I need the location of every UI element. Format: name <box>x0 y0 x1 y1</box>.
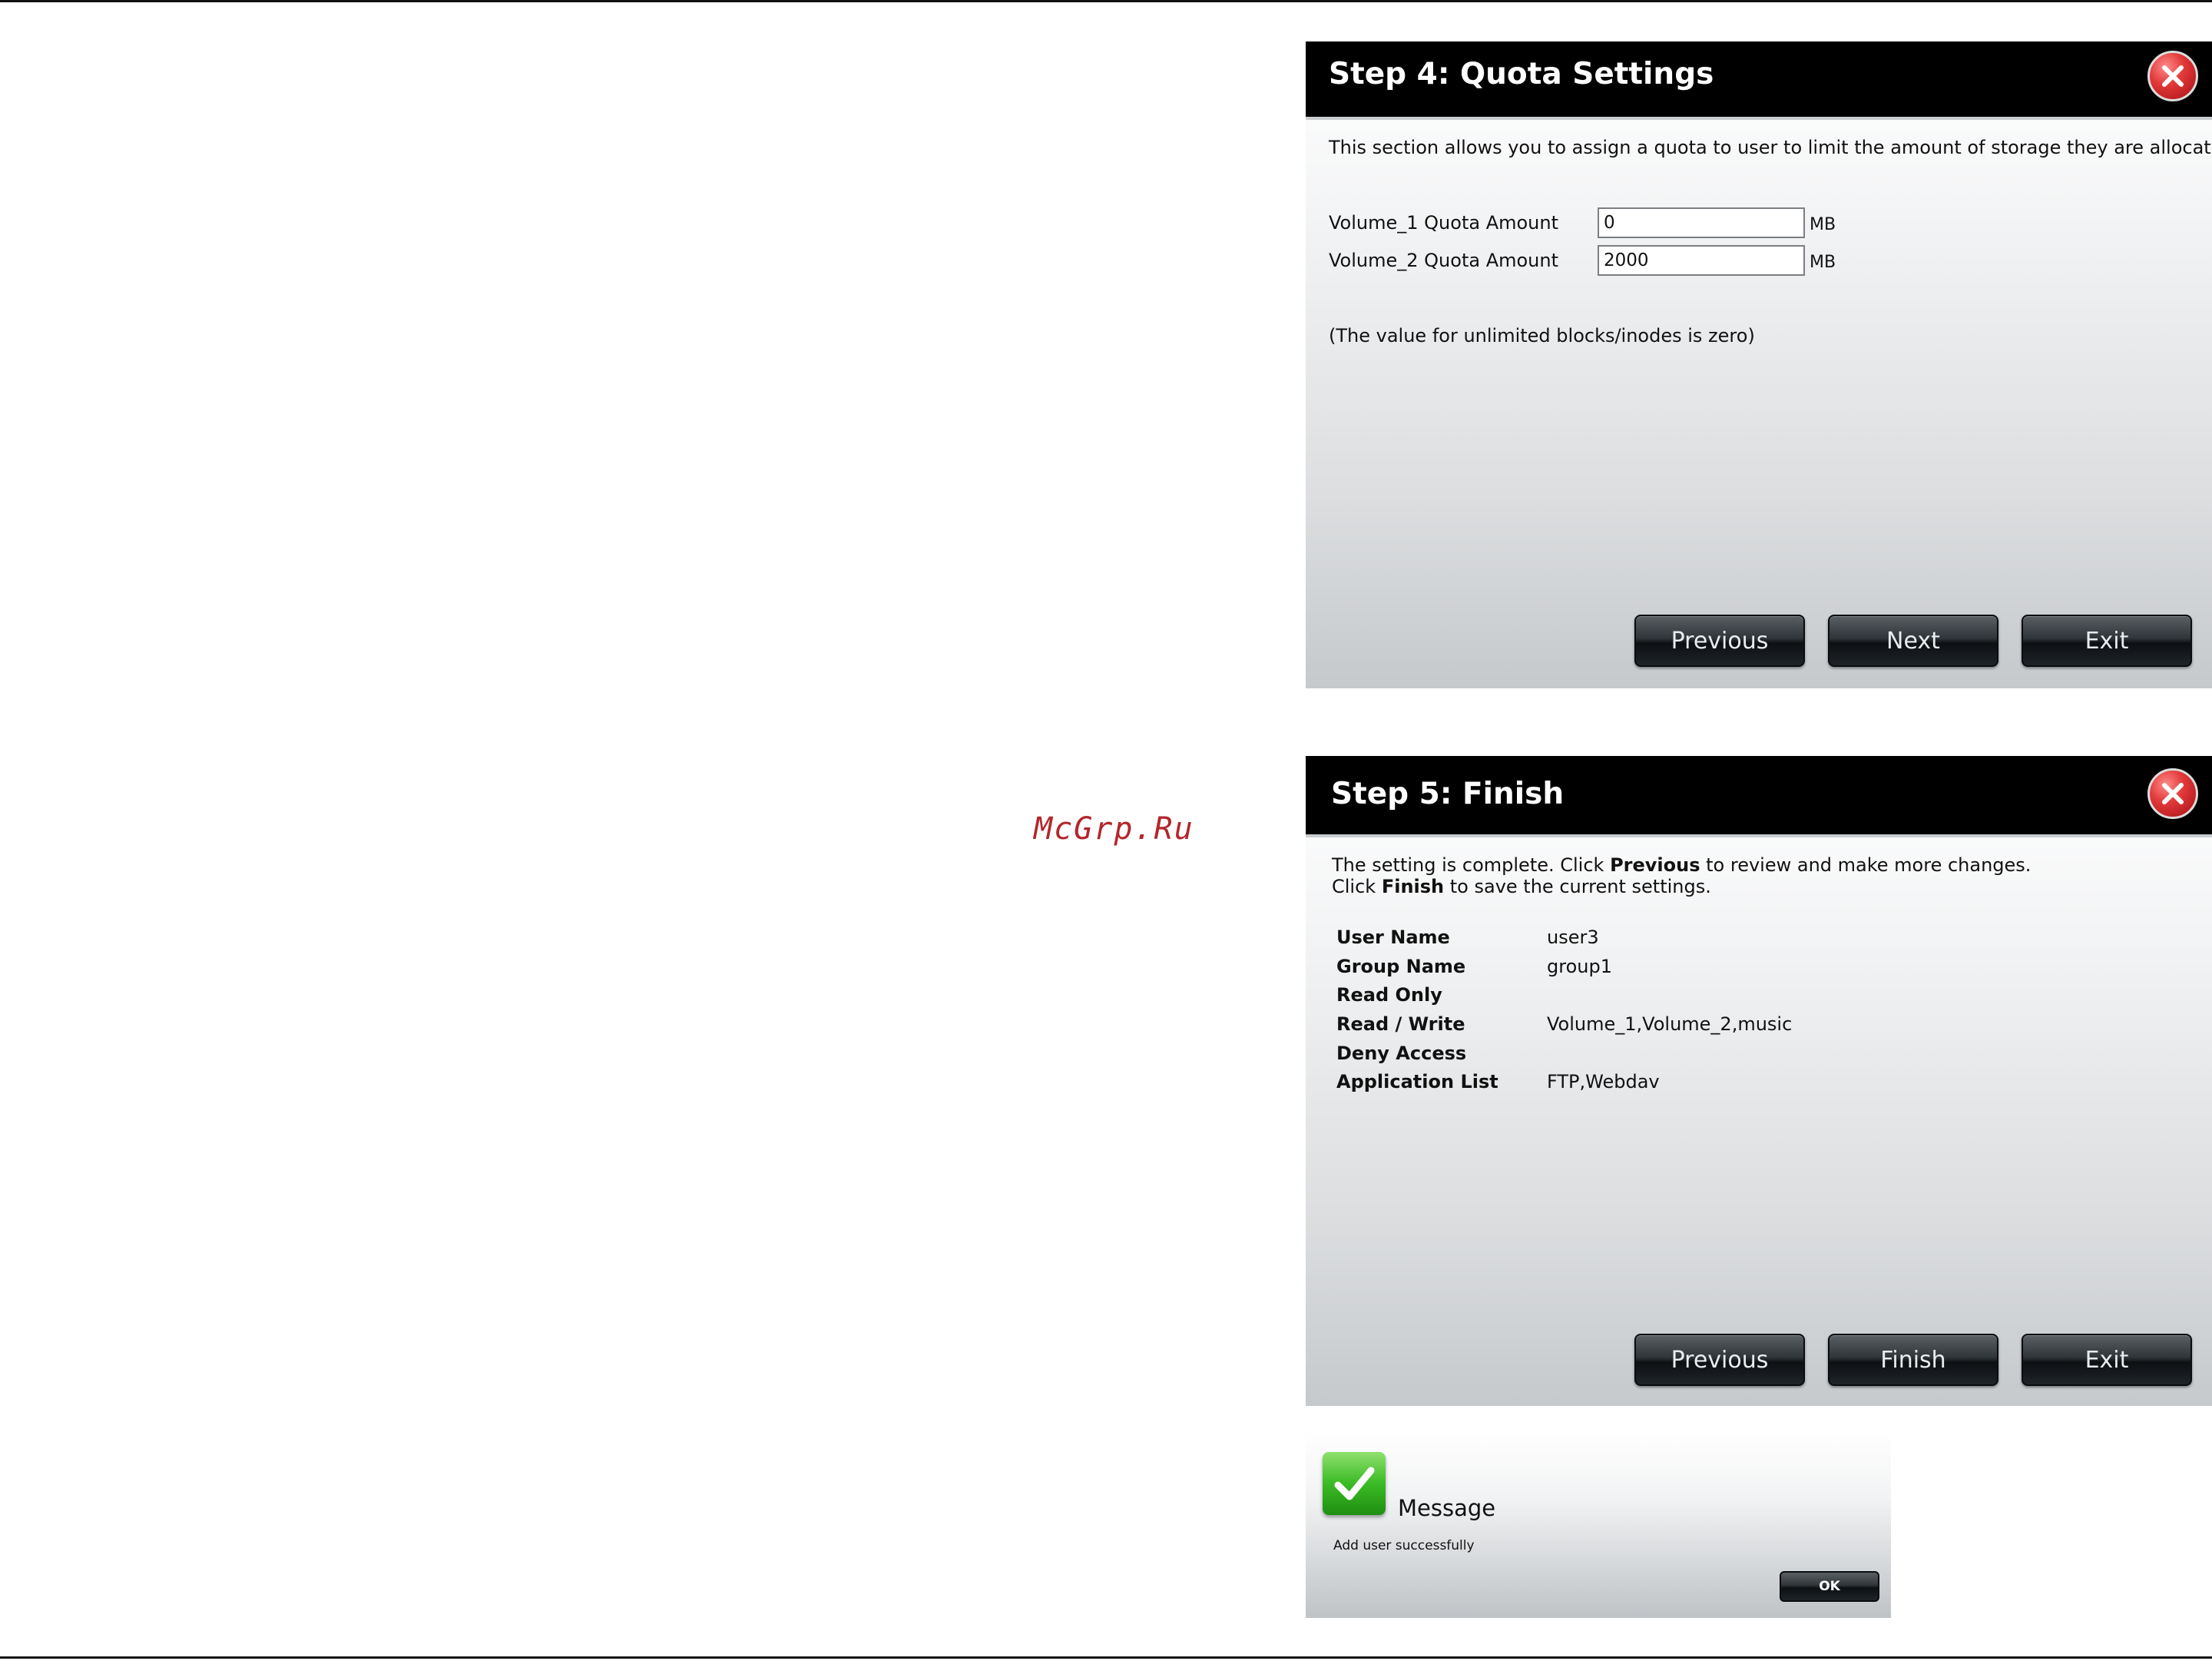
volume-1-quota-input[interactable]: 0 <box>1598 207 1805 238</box>
close-icon <box>2162 65 2184 87</box>
dialog-titlebar: Step 5: Finish <box>1306 756 2212 837</box>
close-button[interactable] <box>2147 51 2198 101</box>
previous-button[interactable]: Previous <box>1634 615 1805 667</box>
summary-value-user-name: user3 <box>1547 927 1599 948</box>
quota-settings-dialog: Step 4: Quota Settings This section allo… <box>1306 41 2212 688</box>
finish-dialog: Step 5: Finish The setting is complete. … <box>1306 756 2212 1406</box>
summary-key-deny-access: Deny Access <box>1336 1043 1467 1064</box>
close-button[interactable] <box>2147 768 2198 819</box>
finish-instruction-line-2: Click Finish to save the current setting… <box>1332 876 1711 897</box>
page: McGrp.Ru Step 4: Quota Settings This sec… <box>0 0 2212 1661</box>
dialog-description: This section allows you to assign a quot… <box>1329 137 2212 158</box>
message-box: Message Add user successfully OK <box>1306 1432 1891 1618</box>
checkmark-glyph <box>1334 1467 1375 1500</box>
bottom-divider <box>0 1656 2212 1659</box>
next-button[interactable]: Next <box>1828 615 1998 667</box>
summary-value-read-write: Volume_1,Volume_2,music <box>1547 1013 1793 1035</box>
volume-2-quota-label: Volume_2 Quota Amount <box>1329 250 1559 271</box>
finish-instruction-line-1: The setting is complete. Click Previous … <box>1332 854 2032 876</box>
summary-key-application-list: Application List <box>1336 1071 1498 1092</box>
dialog-title: Step 4: Quota Settings <box>1329 57 1714 91</box>
message-text: Add user successfully <box>1333 1538 1475 1553</box>
exit-button[interactable]: Exit <box>2022 1334 2192 1386</box>
summary-value-application-list: FTP,Webdav <box>1547 1071 1660 1092</box>
quota-note: (The value for unlimited blocks/inodes i… <box>1329 325 1755 346</box>
volume-1-quota-label: Volume_1 Quota Amount <box>1329 212 1559 234</box>
watermark: McGrp.Ru <box>1034 811 1194 847</box>
summary-key-user-name: User Name <box>1336 927 1450 948</box>
summary-key-group-name: Group Name <box>1336 956 1466 977</box>
volume-1-quota-unit: MB <box>1810 215 1836 234</box>
exit-button[interactable]: Exit <box>2022 615 2192 667</box>
volume-2-quota-input[interactable]: 2000 <box>1598 245 1805 276</box>
summary-value-group-name: group1 <box>1547 956 1612 977</box>
volume-2-quota-unit: MB <box>1810 253 1836 272</box>
close-icon <box>2162 783 2184 804</box>
previous-button[interactable]: Previous <box>1634 1334 1805 1386</box>
dialog-titlebar: Step 4: Quota Settings <box>1306 41 2212 120</box>
ok-button[interactable]: OK <box>1780 1571 1879 1602</box>
top-divider <box>0 0 2212 2</box>
summary-key-read-write: Read / Write <box>1336 1013 1465 1035</box>
message-title: Message <box>1398 1495 1496 1521</box>
dialog-title: Step 5: Finish <box>1331 777 1565 811</box>
checkmark-icon <box>1323 1452 1386 1515</box>
finish-button[interactable]: Finish <box>1828 1334 1998 1386</box>
summary-key-read-only: Read Only <box>1336 984 1442 1006</box>
